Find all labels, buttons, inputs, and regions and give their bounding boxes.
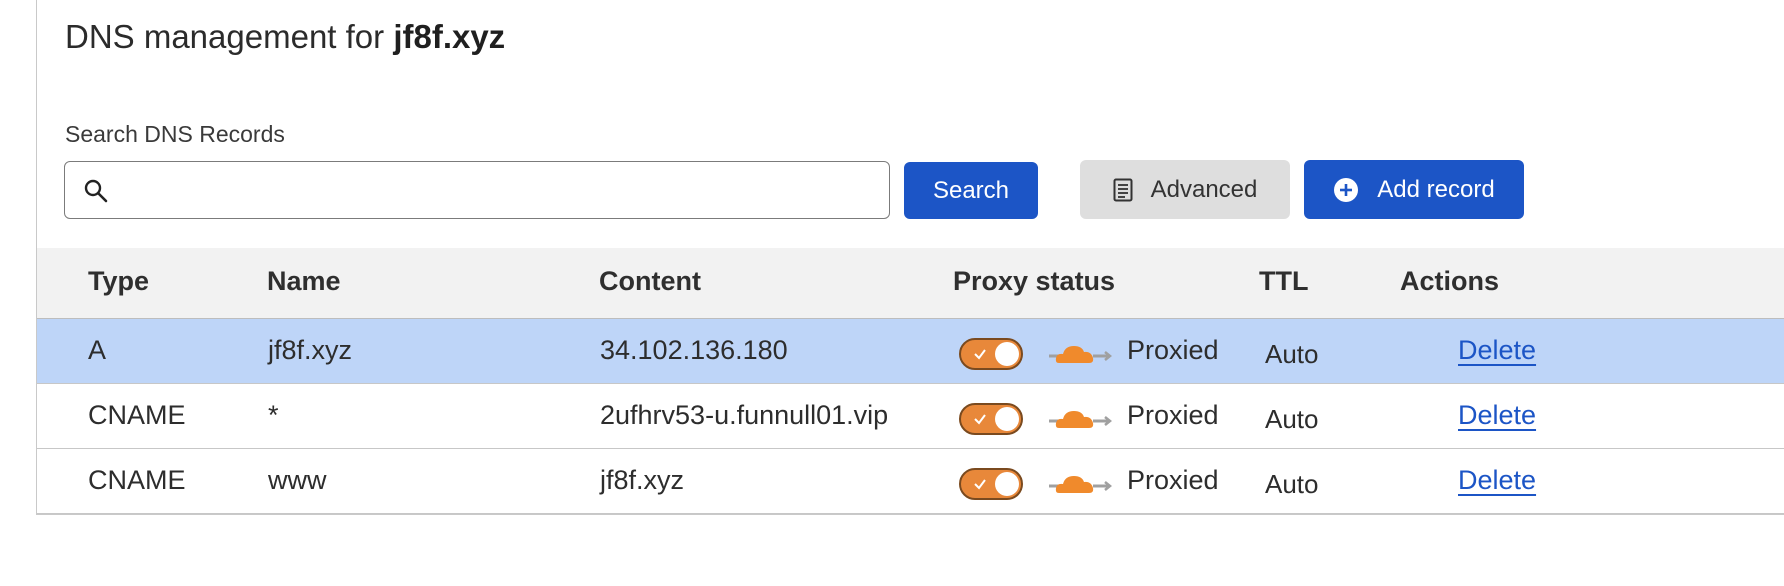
proxy-status-label: Proxied bbox=[1127, 465, 1219, 495]
toggle-knob bbox=[995, 472, 1019, 496]
cloud-arrow-icon bbox=[1049, 476, 1113, 493]
record-ttl: Auto bbox=[1265, 404, 1319, 434]
search-button[interactable]: Search bbox=[904, 162, 1038, 219]
record-type: A bbox=[88, 335, 107, 365]
proxy-status-label: Proxied bbox=[1127, 400, 1219, 430]
search-label: Search DNS Records bbox=[65, 121, 285, 147]
record-name: jf8f.xyz bbox=[268, 335, 353, 365]
proxy-toggle[interactable] bbox=[959, 468, 1023, 500]
record-name: www bbox=[268, 465, 327, 495]
page-title: DNS management for jf8f.xyz bbox=[65, 18, 505, 56]
proxy-toggle[interactable] bbox=[959, 403, 1023, 435]
delete-link[interactable]: Delete bbox=[1458, 400, 1536, 431]
record-content: 2ufhrv53-u.funnull01.vip bbox=[600, 400, 889, 430]
column-header-content[interactable]: Content bbox=[599, 266, 701, 297]
record-type: CNAME bbox=[88, 465, 186, 495]
check-icon bbox=[974, 479, 986, 490]
record-ttl: Auto bbox=[1265, 469, 1319, 499]
record-type: CNAME bbox=[88, 400, 186, 430]
delete-link[interactable]: Delete bbox=[1458, 465, 1536, 496]
search-field[interactable] bbox=[64, 161, 890, 219]
proxy-toggle[interactable] bbox=[959, 338, 1023, 370]
record-name: * bbox=[268, 400, 279, 430]
advanced-button[interactable]: Advanced bbox=[1080, 160, 1290, 219]
add-record-button[interactable]: Add record bbox=[1304, 160, 1524, 219]
page-title-domain: jf8f.xyz bbox=[393, 18, 506, 55]
cloud-arrow-icon bbox=[1049, 346, 1113, 363]
advanced-button-label: Advanced bbox=[1150, 175, 1258, 203]
page-title-prefix: DNS management for bbox=[65, 18, 394, 55]
search-input[interactable] bbox=[125, 170, 869, 212]
column-header-name[interactable]: Name bbox=[267, 266, 341, 297]
column-header-ttl[interactable]: TTL bbox=[1259, 266, 1308, 297]
search-button-label: Search bbox=[932, 176, 1010, 204]
column-header-proxy-status[interactable]: Proxy status bbox=[953, 266, 1115, 297]
column-header-type[interactable]: Type bbox=[88, 266, 149, 297]
toggle-knob bbox=[995, 407, 1019, 431]
record-content: 34.102.136.180 bbox=[600, 335, 788, 365]
plus-circle-icon bbox=[1333, 177, 1359, 203]
proxy-status-label: Proxied bbox=[1127, 335, 1219, 365]
search-icon bbox=[83, 178, 109, 204]
column-header-actions: Actions bbox=[1400, 266, 1500, 296]
check-icon bbox=[974, 414, 986, 425]
record-ttl: Auto bbox=[1265, 339, 1319, 369]
record-content: jf8f.xyz bbox=[600, 465, 685, 495]
add-record-button-label: Add record bbox=[1377, 175, 1495, 203]
document-list-icon bbox=[1113, 178, 1133, 202]
check-icon bbox=[974, 349, 986, 360]
table-row[interactable]: CNAME * 2ufhrv53-u.funnull01.vip Proxied… bbox=[37, 384, 1784, 449]
table-row[interactable]: CNAME www jf8f.xyz Proxied Auto Delete bbox=[37, 449, 1784, 514]
table-header: Type Name Content Proxy status TTL Actio… bbox=[37, 248, 1784, 319]
cloud-arrow-icon bbox=[1049, 411, 1113, 428]
toggle-knob bbox=[995, 342, 1019, 366]
delete-link[interactable]: Delete bbox=[1458, 335, 1536, 366]
table-row[interactable]: A jf8f.xyz 34.102.136.180 Proxied Auto D… bbox=[37, 319, 1784, 384]
